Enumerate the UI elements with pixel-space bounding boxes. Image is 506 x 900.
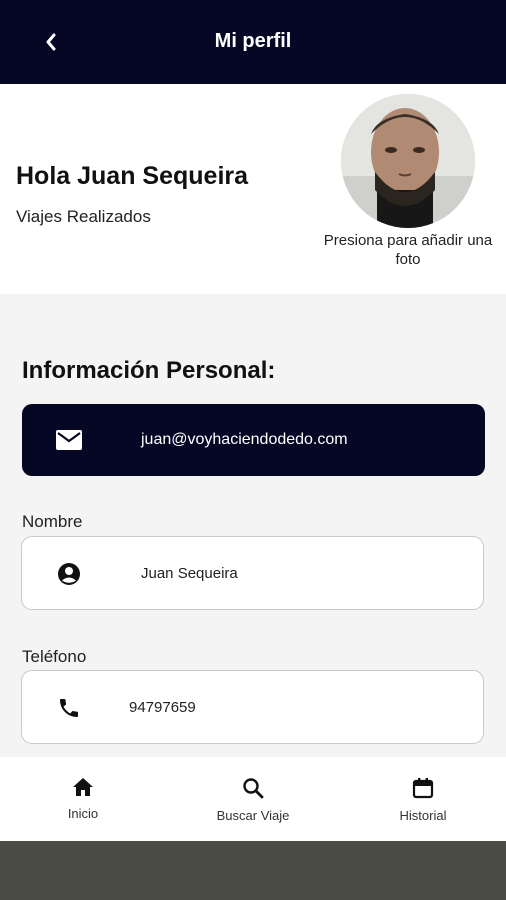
name-label: Nombre (22, 512, 83, 531)
profile-photo (341, 94, 475, 228)
nav-item-buscar-viaje[interactable]: Buscar Viaje (193, 777, 313, 823)
account-circle-icon (58, 563, 80, 585)
trips-label: Viajes Realizados (16, 207, 151, 226)
search-icon (243, 778, 264, 799)
nav-item-historial[interactable]: Historial (363, 777, 483, 823)
system-footer (0, 841, 506, 900)
bottom-navigation: Inicio Buscar Viaje Historial (0, 757, 506, 841)
app-bar: Mi perfil (0, 0, 506, 84)
nav-label-historial: Historial (399, 808, 447, 823)
email-value: juan@voyhaciendodedo.com (141, 431, 348, 448)
name-field[interactable]: Juan Sequeira (21, 536, 484, 610)
nav-label-inicio: Inicio (67, 806, 99, 821)
greeting: Hola Juan Sequeira (16, 162, 249, 190)
nav-label-buscar-viaje: Buscar Viaje (216, 808, 290, 823)
phone-label: Teléfono (22, 647, 87, 666)
home-icon (73, 778, 93, 796)
section-title: Información Personal: (22, 357, 276, 384)
calendar-icon (412, 778, 434, 799)
email-card: juan@voyhaciendodedo.com (22, 404, 485, 476)
page-title: Mi perfil (214, 30, 292, 52)
phone-icon (60, 699, 78, 717)
phone-value: 94797659 (129, 699, 196, 716)
profile-header: Hola Juan Sequeira Viajes Realizados Pre… (0, 84, 506, 294)
mail-icon (56, 430, 82, 450)
nav-item-inicio[interactable]: Inicio (23, 777, 143, 821)
avatar[interactable] (341, 94, 475, 228)
name-value: Juan Sequeira (141, 565, 238, 582)
phone-field[interactable]: 94797659 (21, 670, 484, 744)
add-photo-hint[interactable]: Presiona para añadir una foto (318, 231, 498, 269)
